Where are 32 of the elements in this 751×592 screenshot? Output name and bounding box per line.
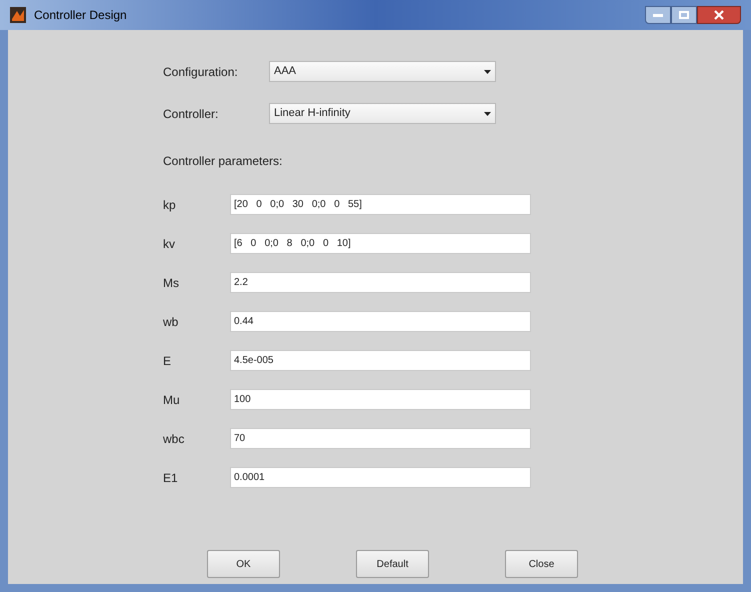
input-field[interactable]: [6 0 0;0 8 0;0 0 10]	[230, 233, 531, 254]
input-field[interactable]: 70	[230, 428, 531, 449]
input-field[interactable]: [20 0 0;0 30 0;0 0 55]	[230, 194, 531, 215]
parameter-label: wb	[163, 314, 180, 330]
input-field[interactable]: 100	[230, 389, 531, 410]
close-icon	[714, 10, 724, 20]
field-label: Controller:	[163, 106, 220, 122]
dialog-button[interactable]: Close	[505, 550, 578, 578]
parameter-label: E	[163, 352, 172, 370]
dropdown-arrow-icon	[484, 70, 491, 74]
input-field[interactable]: 2.2	[230, 272, 531, 293]
maximize-button[interactable]	[671, 6, 697, 24]
input-field[interactable]: 4.5e-005	[230, 350, 531, 371]
dialog-button[interactable]: OK	[207, 550, 280, 578]
close-button[interactable]	[697, 6, 741, 24]
parameter-label: wbc	[163, 430, 186, 448]
dropdown[interactable]: AAA	[269, 61, 496, 82]
section-heading: Controller parameters:	[163, 153, 284, 170]
input-field[interactable]: 0.0001	[230, 467, 531, 488]
parameter-label: Ms	[163, 274, 180, 292]
field-label: Configuration:	[163, 64, 239, 80]
window-title: Controller Design	[34, 7, 127, 24]
minimize-button[interactable]	[645, 6, 671, 24]
parameter-label: E1	[163, 470, 179, 486]
parameter-label: kv	[163, 236, 176, 252]
input-field[interactable]: 0.44	[230, 311, 531, 332]
parameter-label: Mu	[163, 392, 181, 408]
dropdown[interactable]: Linear H-infinity	[269, 103, 496, 124]
dropdown-arrow-icon	[484, 112, 491, 116]
app-logo-icon	[10, 7, 26, 23]
parameter-label: kp	[163, 196, 177, 214]
dialog-button[interactable]: Default	[356, 550, 429, 578]
